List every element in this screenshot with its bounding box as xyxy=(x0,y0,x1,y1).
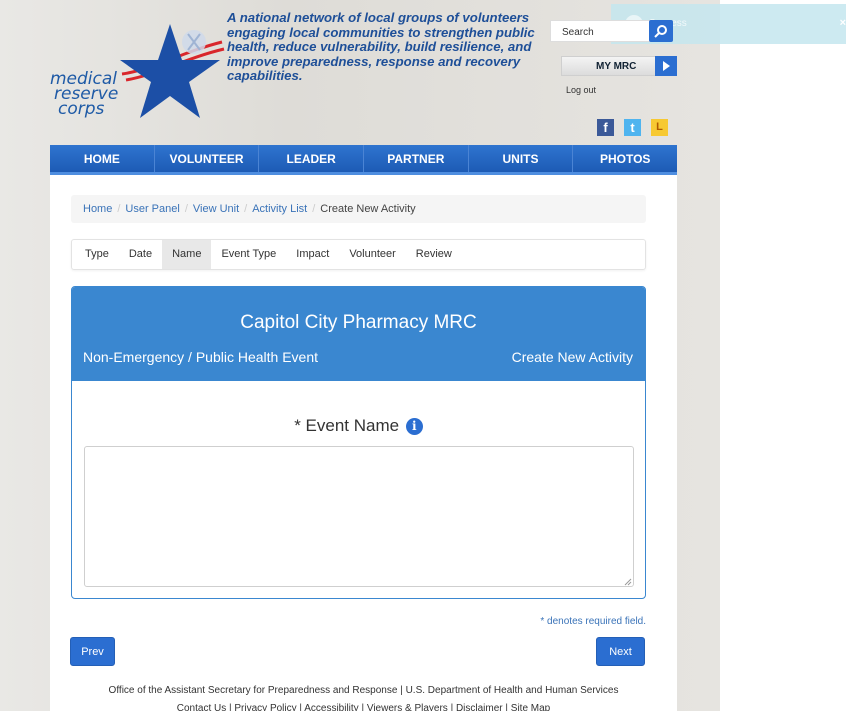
nav-home[interactable]: HOME xyxy=(50,145,155,172)
next-button[interactable]: Next xyxy=(596,637,645,666)
breadcrumb-separator: / xyxy=(244,203,248,215)
nav-photos[interactable]: PHOTOS xyxy=(573,145,677,172)
twitter-icon[interactable]: t xyxy=(624,119,641,136)
footer-links[interactable]: Contact Us | Privacy Policy | Accessibil… xyxy=(50,703,677,711)
activity-panel: Capitol City Pharmacy MRC Non-Emergency … xyxy=(71,286,646,599)
prev-button[interactable]: Prev xyxy=(70,637,115,666)
tagline: A national network of local groups of vo… xyxy=(227,10,535,83)
my-mrc-label: MY MRC xyxy=(596,61,637,72)
unit-title: Capitol City Pharmacy MRC xyxy=(240,312,477,333)
step-event-type[interactable]: Event Type xyxy=(211,240,286,269)
step-review[interactable]: Review xyxy=(406,240,462,269)
logo-star-icon[interactable] xyxy=(112,12,232,127)
wizard-steps: Type Date Name Event Type Impact Volunte… xyxy=(71,239,646,270)
info-icon[interactable]: i xyxy=(405,418,423,435)
panel-action-title: Create New Activity xyxy=(511,349,633,365)
panel-header: Capitol City Pharmacy MRC Non-Emergency … xyxy=(72,287,645,381)
main-content: Home / User Panel / View Unit / Activity List /… xyxy=(50,175,677,711)
nav-units[interactable]: UNITS xyxy=(469,145,574,172)
step-date[interactable]: Date xyxy=(119,240,162,269)
search-icon xyxy=(654,25,667,38)
logo-text[interactable]: medical reserve corps xyxy=(50,71,118,119)
logo-line: corps xyxy=(58,99,105,119)
breadcrumb-separator: / xyxy=(184,203,188,215)
step-impact[interactable]: Impact xyxy=(286,240,339,269)
facebook-icon[interactable]: f xyxy=(597,119,614,136)
breadcrumb-separator: / xyxy=(312,203,316,215)
resize-handle-icon[interactable] xyxy=(624,578,632,586)
search-button[interactable] xyxy=(649,20,673,42)
nav-leader[interactable]: LEADER xyxy=(259,145,365,172)
play-arrow-icon xyxy=(655,56,677,76)
breadcrumb-separator: / xyxy=(117,203,121,215)
my-mrc-button[interactable]: MY MRC xyxy=(561,56,677,76)
breadcrumb-home[interactable]: Home xyxy=(83,203,112,215)
event-category: Non-Emergency / Public Health Event xyxy=(83,349,318,365)
nav-volunteer[interactable]: VOLUNTEER xyxy=(155,145,260,172)
step-name[interactable]: Name xyxy=(162,240,212,269)
breadcrumb-activity-list[interactable]: Activity List xyxy=(252,203,307,215)
breadcrumb-user-panel[interactable]: User Panel xyxy=(125,203,179,215)
event-name-label-text: * Event Name xyxy=(294,416,400,435)
event-name-label: * Event Name i xyxy=(72,416,645,436)
nav-partner[interactable]: PARTNER xyxy=(364,145,469,172)
breadcrumb-current: Create New Activity xyxy=(320,203,416,215)
breadcrumb-view-unit[interactable]: View Unit xyxy=(193,203,239,215)
breadcrumb: Home / User Panel / View Unit / Activity List /… xyxy=(71,195,646,223)
logout-link[interactable]: Log out xyxy=(566,85,596,95)
main-nav: HOME VOLUNTEER LEADER PARTNER UNITS PHOT… xyxy=(50,145,677,175)
required-note: * denotes required field. xyxy=(540,616,646,627)
footer-agency: Office of the Assistant Secretary for Pr… xyxy=(108,685,619,696)
step-volunteer[interactable]: Volunteer xyxy=(339,240,405,269)
linkedin-icon[interactable]: L xyxy=(651,119,668,136)
event-name-field[interactable] xyxy=(84,446,634,587)
close-icon[interactable]: × xyxy=(840,17,846,29)
site-header: medical reserve corps A national network… xyxy=(50,0,677,145)
step-type[interactable]: Type xyxy=(75,240,119,269)
